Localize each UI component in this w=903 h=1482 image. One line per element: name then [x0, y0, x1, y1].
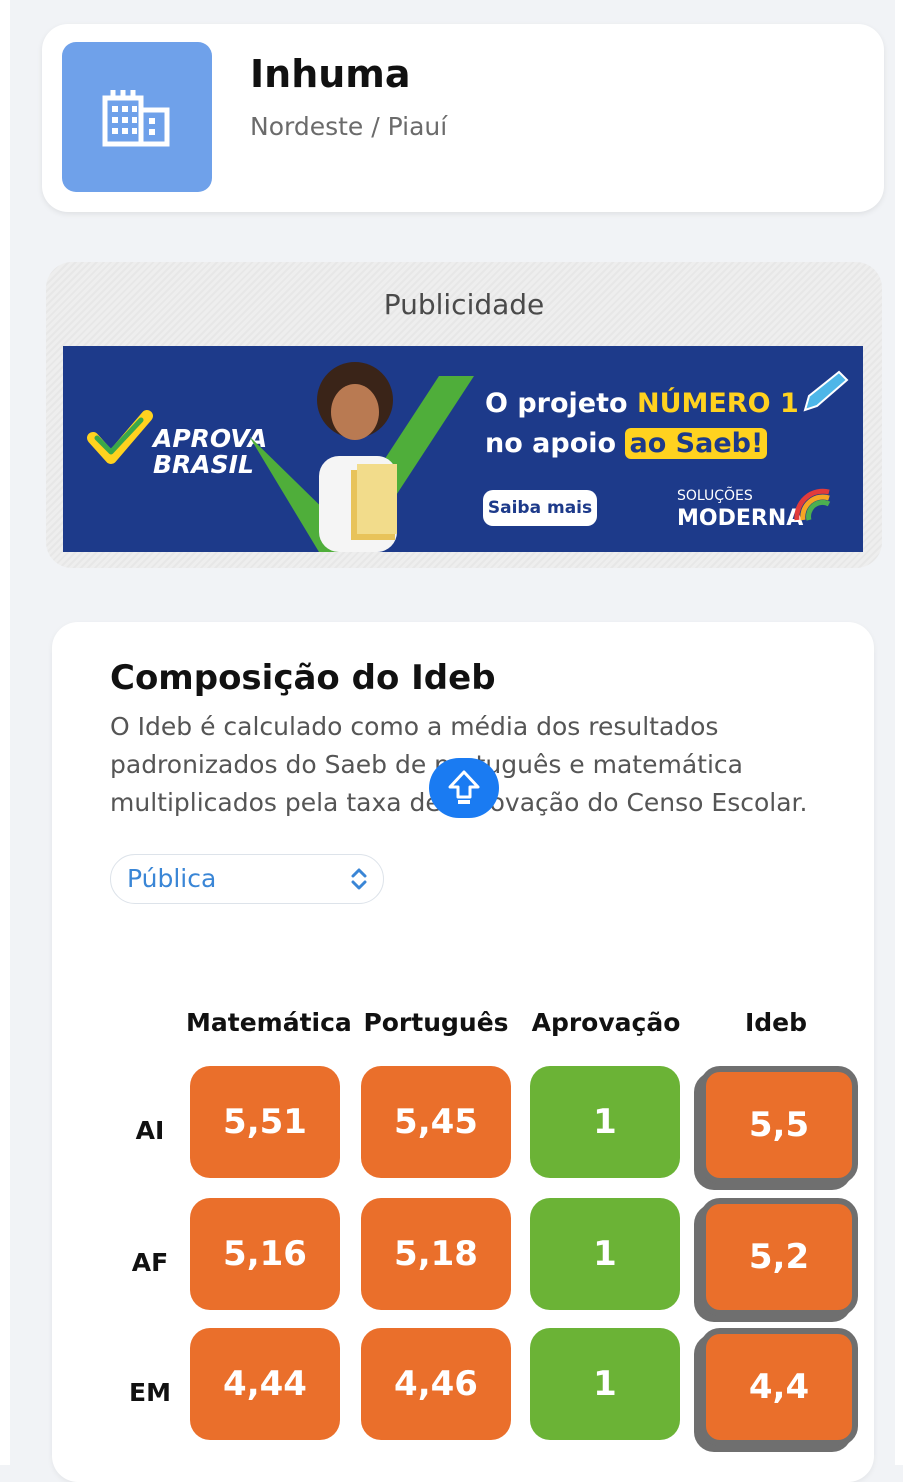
approval-cell[interactable]: 1 [530, 1198, 680, 1310]
ad-brand-right: MODERNA [677, 506, 804, 531]
ad-headline-badge: ao Saeb! [625, 428, 768, 459]
column-header-portugues: Português [363, 1008, 509, 1037]
city-buildings-icon [102, 90, 170, 147]
city-name: Inhuma [250, 52, 411, 96]
column-header-matematica: Matemática [186, 1008, 352, 1037]
page-edge-left [0, 0, 10, 1465]
city-region: Nordeste / Piauí [250, 112, 448, 141]
row-label-em: EM [129, 1378, 171, 1407]
row-label-af: AF [131, 1248, 169, 1277]
pencil-icon [803, 370, 849, 412]
ad-headline: O projeto NÚMERO 1 no apoio ao Saeb! [485, 384, 799, 464]
rainbow-logo-icon [794, 488, 831, 521]
ideb-title: Composição do Ideb [110, 658, 496, 698]
score-cell[interactable]: 5,18 [361, 1198, 511, 1310]
check-logo-icon [87, 410, 153, 464]
score-cell[interactable]: 4,44 [190, 1328, 340, 1440]
ad-label: Publicidade [383, 288, 545, 321]
ad-cta-button[interactable]: Saiba mais [483, 490, 597, 526]
ad-headline-part2: no apoio [485, 428, 626, 459]
ideb-cell[interactable]: 4,4 [700, 1328, 858, 1446]
ad-block: Publicidade APROVA BRASIL O projeto NÚME… [46, 262, 882, 568]
page-edge-right [895, 0, 903, 1465]
ad-headline-part1: O projeto [485, 388, 637, 419]
row-label-ai: AI [135, 1116, 165, 1145]
city-icon-box [62, 42, 212, 192]
ideb-card: Composição do Ideb O Ideb é calculado co… [52, 622, 874, 1482]
arrow-up-icon [448, 770, 480, 804]
network-select-value: Pública [127, 864, 217, 893]
score-cell[interactable]: 5,45 [361, 1066, 511, 1178]
ad-headline-highlight: NÚMERO 1 [636, 388, 799, 419]
approval-cell[interactable]: 1 [530, 1328, 680, 1440]
network-select[interactable]: Pública [110, 854, 384, 904]
ideb-cell[interactable]: 5,5 [700, 1066, 858, 1184]
score-cell[interactable]: 5,16 [190, 1198, 340, 1310]
column-header-aprovacao: Aprovação [531, 1008, 681, 1037]
ad-brand-right-small: SOLUÇÕES [677, 488, 753, 504]
scroll-top-button[interactable] [429, 758, 499, 818]
score-cell[interactable]: 5,51 [190, 1066, 340, 1178]
updown-chevron-icon [351, 868, 367, 890]
ad-banner[interactable]: APROVA BRASIL O projeto NÚMERO 1 no apoi… [63, 346, 863, 552]
approval-cell[interactable]: 1 [530, 1066, 680, 1178]
ideb-cell[interactable]: 5,2 [700, 1198, 858, 1316]
column-header-ideb: Ideb [744, 1008, 808, 1037]
student-photo-image [317, 362, 397, 552]
score-cell[interactable]: 4,46 [361, 1328, 511, 1440]
city-card: Inhuma Nordeste / Piauí [42, 24, 884, 212]
